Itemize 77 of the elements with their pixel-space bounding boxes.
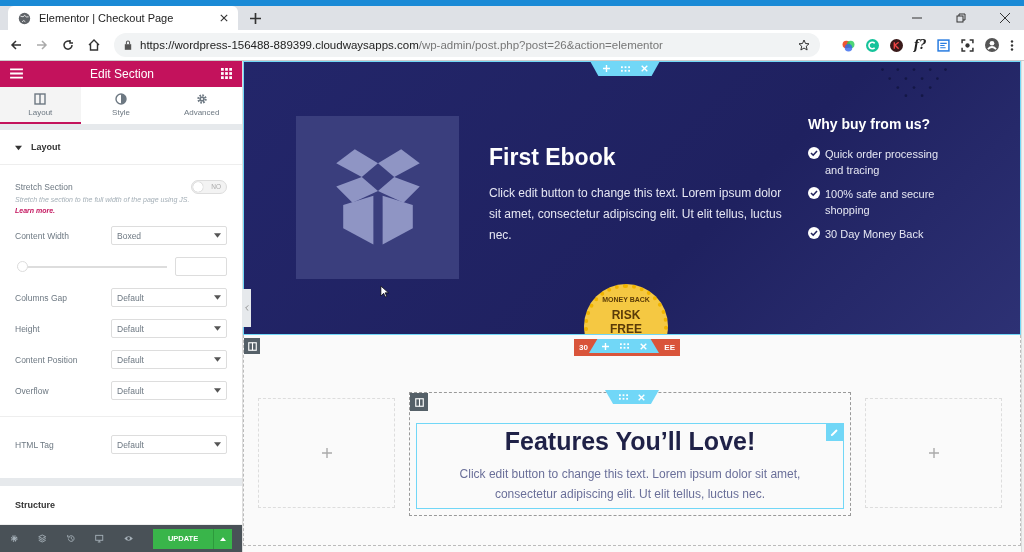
close-icon[interactable] bbox=[1000, 13, 1010, 23]
close-icon[interactable] bbox=[220, 14, 228, 22]
history-icon[interactable] bbox=[66, 533, 76, 545]
panel-tab[interactable]: Layout bbox=[0, 86, 81, 125]
hero-text: Click edit button to change this text. Lorem ipsum dolor sit amet, consectetur adipiscing elit. Ut elit tellus, luctus nec. bbox=[489, 185, 783, 244]
restore-icon[interactable] bbox=[956, 13, 966, 23]
star-icon[interactable] bbox=[797, 39, 810, 51]
badge-text: RISK bbox=[610, 308, 642, 322]
hero-title: First Ebook bbox=[489, 144, 617, 171]
text-widget[interactable]: Features You’ll Love! Click edit button to change this text. Lorem ipsum dolor sit amet, consectetur adipiscing elit. Ut elit tellus, luctus nec. bbox=[416, 423, 844, 509]
account-icon[interactable] bbox=[985, 38, 999, 52]
dropdown[interactable]: Default bbox=[111, 350, 227, 370]
extension-icon[interactable] bbox=[889, 38, 903, 52]
features-text: Click edit button to change this text. Lorem ipsum dolor sit amet, consectetur adipiscing elit. Ut elit tellus, luctus nec. bbox=[458, 466, 802, 503]
check-circle-icon bbox=[808, 187, 820, 199]
column-icon[interactable] bbox=[410, 393, 428, 411]
control-label: Content Position bbox=[15, 354, 78, 365]
dropdown[interactable]: Default bbox=[111, 288, 227, 308]
control-label: Columns Gap bbox=[15, 292, 67, 303]
caret-icon bbox=[214, 233, 221, 239]
menu-icon[interactable] bbox=[1010, 38, 1014, 52]
contrast-icon bbox=[115, 92, 127, 105]
dropdown[interactable]: Default bbox=[111, 435, 227, 455]
menu-icon[interactable] bbox=[10, 68, 23, 80]
badge-text: FREE bbox=[609, 322, 643, 334]
benefit-text: 100% safe and secure bbox=[825, 187, 935, 202]
settings-icon[interactable] bbox=[10, 533, 19, 545]
panel-title: Edit Section bbox=[89, 66, 154, 81]
address-field[interactable]: https://wordpress-156488-889399.cloudwaysapps.com/wp-admin/post.php?post=26&action=elementor bbox=[114, 33, 820, 57]
desktop-icon[interactable] bbox=[95, 533, 104, 545]
chevron-icon bbox=[244, 305, 249, 311]
section-header[interactable]: Layout bbox=[0, 130, 242, 166]
add-icon[interactable] bbox=[321, 448, 332, 458]
caret-icon bbox=[214, 388, 221, 394]
column-icon[interactable] bbox=[244, 338, 260, 354]
new-tab-icon[interactable] bbox=[250, 13, 261, 24]
caret-icon bbox=[15, 143, 22, 151]
control-label: HTML Tag bbox=[15, 439, 54, 450]
caret-icon bbox=[214, 295, 221, 301]
benefit-text: 30 Day Money Back bbox=[825, 227, 924, 242]
control-label: Height bbox=[15, 323, 40, 334]
caret-icon bbox=[214, 442, 221, 448]
benefit-text: shopping bbox=[825, 203, 871, 218]
gear-icon bbox=[195, 92, 208, 105]
add-icon[interactable] bbox=[928, 448, 939, 458]
section-handle[interactable] bbox=[605, 390, 659, 404]
update-options-button[interactable] bbox=[213, 528, 233, 549]
globe-icon bbox=[18, 11, 31, 25]
browser-tab[interactable]: Elementor | Checkout Page bbox=[8, 6, 238, 30]
check-circle-icon bbox=[808, 227, 820, 239]
cursor-icon bbox=[380, 285, 389, 298]
benefit-text: Quick order processing bbox=[825, 147, 939, 162]
tab-title: Elementor | Checkout Page bbox=[39, 12, 175, 24]
check-circle-icon bbox=[808, 147, 820, 159]
back-icon[interactable] bbox=[10, 39, 22, 51]
caret-icon bbox=[214, 357, 221, 363]
number-field[interactable] bbox=[175, 257, 227, 277]
benefit-text: and tracing bbox=[825, 163, 881, 178]
features-heading: Features You’ll Love! bbox=[503, 427, 757, 456]
columns-icon bbox=[34, 92, 47, 105]
control-label: Stretch Section bbox=[15, 181, 73, 192]
control-label: Overflow bbox=[15, 385, 49, 396]
side-heading: Why buy from us? bbox=[808, 116, 932, 132]
lock-icon bbox=[124, 40, 132, 50]
caret-icon bbox=[214, 326, 221, 332]
dropdown[interactable]: Boxed bbox=[111, 226, 227, 246]
grid-icon[interactable] bbox=[221, 68, 232, 80]
screenshot-icon[interactable] bbox=[961, 38, 974, 52]
dropdown[interactable]: Default bbox=[111, 381, 227, 401]
home-icon[interactable] bbox=[88, 39, 100, 51]
layers-icon[interactable] bbox=[38, 533, 47, 545]
dropdown[interactable]: Default bbox=[111, 319, 227, 339]
reload-icon[interactable] bbox=[62, 39, 74, 51]
caret-icon bbox=[220, 536, 227, 541]
forward-icon[interactable] bbox=[36, 39, 48, 51]
extension-button[interactable]: f? bbox=[913, 38, 926, 52]
control-label: Content Width bbox=[15, 230, 69, 241]
